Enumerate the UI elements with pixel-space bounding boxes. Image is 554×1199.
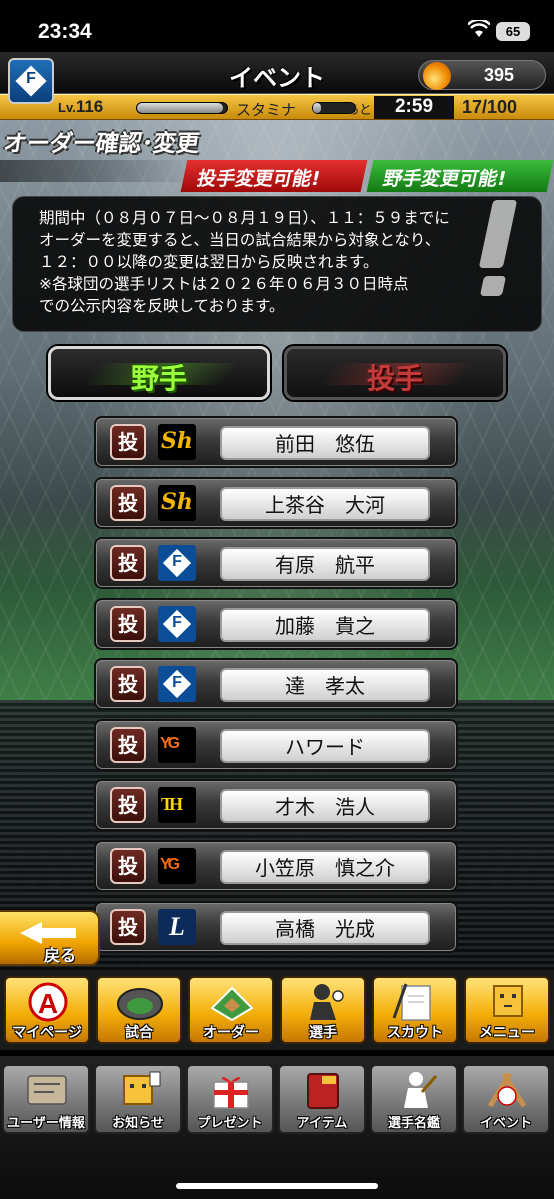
directory-icon bbox=[404, 1072, 438, 1108]
position-badge: 投 bbox=[110, 909, 146, 945]
wifi-icon bbox=[468, 20, 490, 37]
hawks-logo-icon bbox=[158, 424, 196, 460]
position-badge: 投 bbox=[110, 848, 146, 884]
nav-event-button[interactable]: イベント bbox=[462, 1064, 550, 1134]
player-name: 有原 航平 bbox=[220, 547, 430, 581]
nav-menu-button[interactable]: メニュー bbox=[464, 976, 550, 1044]
back-button[interactable]: 戻る bbox=[0, 910, 100, 966]
home-indicator bbox=[176, 1183, 378, 1189]
position-badge: 投 bbox=[110, 787, 146, 823]
tigers-logo-icon bbox=[158, 787, 196, 823]
pitcher-change-flag: 投手変更可能! bbox=[180, 160, 368, 192]
player-name: 才木 浩人 bbox=[220, 789, 430, 823]
tab-fielder[interactable]: 野手 bbox=[48, 346, 270, 400]
fielder-change-flag: 野手変更可能! bbox=[366, 160, 554, 192]
player-row[interactable]: 投 ハワード bbox=[94, 719, 458, 771]
player-icon bbox=[310, 984, 344, 1020]
stamina-value: 17/100 bbox=[462, 97, 518, 117]
fighters-logo-icon bbox=[158, 606, 196, 642]
status-bar: 23:34 65 bbox=[0, 0, 554, 52]
nav-mypage-button[interactable]: A マイページ bbox=[4, 976, 90, 1044]
nav-item-button[interactable]: アイテム bbox=[278, 1064, 366, 1134]
player-name: 上茶谷 大河 bbox=[220, 487, 430, 521]
nav-present-button[interactable]: プレゼント bbox=[186, 1064, 274, 1134]
player-name: ハワード bbox=[220, 729, 430, 763]
notice-icon bbox=[123, 1071, 161, 1105]
mypage-icon: A bbox=[28, 982, 68, 1022]
fighters-logo-icon bbox=[158, 666, 196, 702]
tab-pitcher[interactable]: 投手 bbox=[284, 346, 506, 400]
nav-order-button[interactable]: オーダー bbox=[188, 976, 274, 1044]
level-display: Lv.116 bbox=[58, 97, 104, 116]
player-row[interactable]: 投 上茶谷 大河 bbox=[94, 477, 458, 529]
position-badge: 投 bbox=[110, 666, 146, 702]
nav-directory-button[interactable]: 選手名鑑 bbox=[370, 1064, 458, 1134]
menu-icon bbox=[493, 985, 523, 1017]
player-row[interactable]: 投 才木 浩人 bbox=[94, 779, 458, 831]
player-name: 高橋 光成 bbox=[220, 911, 430, 945]
giants-logo-icon bbox=[158, 727, 196, 763]
gift-icon bbox=[213, 1077, 249, 1109]
fighters-logo-icon bbox=[158, 545, 196, 581]
title-underline bbox=[0, 160, 200, 182]
back-label: 戻る bbox=[44, 946, 77, 965]
svg-text:A: A bbox=[38, 988, 58, 1019]
notice-box: 期間中（０８月０７日〜０８月１９日）、１１：５９までに オーダーを変更すると、当… bbox=[12, 196, 542, 332]
remaining-label: あと bbox=[346, 103, 373, 118]
position-badge: 投 bbox=[110, 545, 146, 581]
user-info-icon bbox=[27, 1075, 67, 1105]
player-name: 小笠原 慎之介 bbox=[220, 850, 430, 884]
back-arrow-icon bbox=[20, 922, 42, 944]
hawks-logo-icon bbox=[158, 485, 196, 521]
item-icon bbox=[307, 1073, 339, 1109]
exclamation-icon bbox=[478, 200, 518, 300]
event-icon bbox=[487, 1072, 527, 1108]
player-row[interactable]: 投 有原 航平 bbox=[94, 537, 458, 589]
player-row[interactable]: 投 小笠原 慎之介 bbox=[94, 840, 458, 892]
stamina-label: スタミナ bbox=[236, 101, 297, 119]
nav-player-button[interactable]: 選手 bbox=[280, 976, 366, 1044]
giants-logo-icon bbox=[158, 848, 196, 884]
stadium-icon bbox=[117, 988, 163, 1020]
nav-user-info-button[interactable]: ユーザー情報 bbox=[2, 1064, 90, 1134]
lions-logo-icon bbox=[158, 909, 196, 945]
coin-value: 395 bbox=[483, 65, 515, 85]
level-bar: Lv.116 スタミナ あと 2:59 17/100 bbox=[0, 94, 554, 120]
status-time: 23:34 bbox=[38, 20, 92, 43]
position-badge: 投 bbox=[110, 424, 146, 460]
position-badge: 投 bbox=[110, 606, 146, 642]
flame-coin-icon bbox=[423, 62, 451, 90]
player-row[interactable]: 投 加藤 貴之 bbox=[94, 598, 458, 650]
player-row[interactable]: 投 高橋 光成 bbox=[94, 901, 458, 953]
position-badge: 投 bbox=[110, 485, 146, 521]
player-name: 前田 悠伍 bbox=[220, 426, 430, 460]
nav-scout-button[interactable]: スカウト bbox=[372, 976, 458, 1044]
field-icon bbox=[210, 986, 254, 1022]
player-row[interactable]: 投 達 孝太 bbox=[94, 658, 458, 710]
player-name: 加藤 貴之 bbox=[220, 608, 430, 642]
stamina-timer: 2:59 bbox=[374, 96, 454, 119]
order-title: オーダー確認･変更 bbox=[1, 131, 201, 157]
notice-text: 期間中（０８月０７日〜０８月１９日）、１１：５９までに オーダーを変更すると、当… bbox=[39, 209, 450, 315]
scout-icon bbox=[392, 983, 431, 1021]
coin-counter: 395 bbox=[418, 60, 546, 90]
player-row[interactable]: 投 前田 悠伍 bbox=[94, 416, 458, 468]
exp-bar bbox=[136, 102, 228, 114]
battery-indicator: 65 bbox=[496, 22, 530, 41]
position-badge: 投 bbox=[110, 727, 146, 763]
nav-game-button[interactable]: 試合 bbox=[96, 976, 182, 1044]
player-name: 達 孝太 bbox=[220, 668, 430, 702]
team-badge-icon[interactable]: F bbox=[8, 58, 54, 104]
nav-notice-button[interactable]: お知らせ bbox=[94, 1064, 182, 1134]
